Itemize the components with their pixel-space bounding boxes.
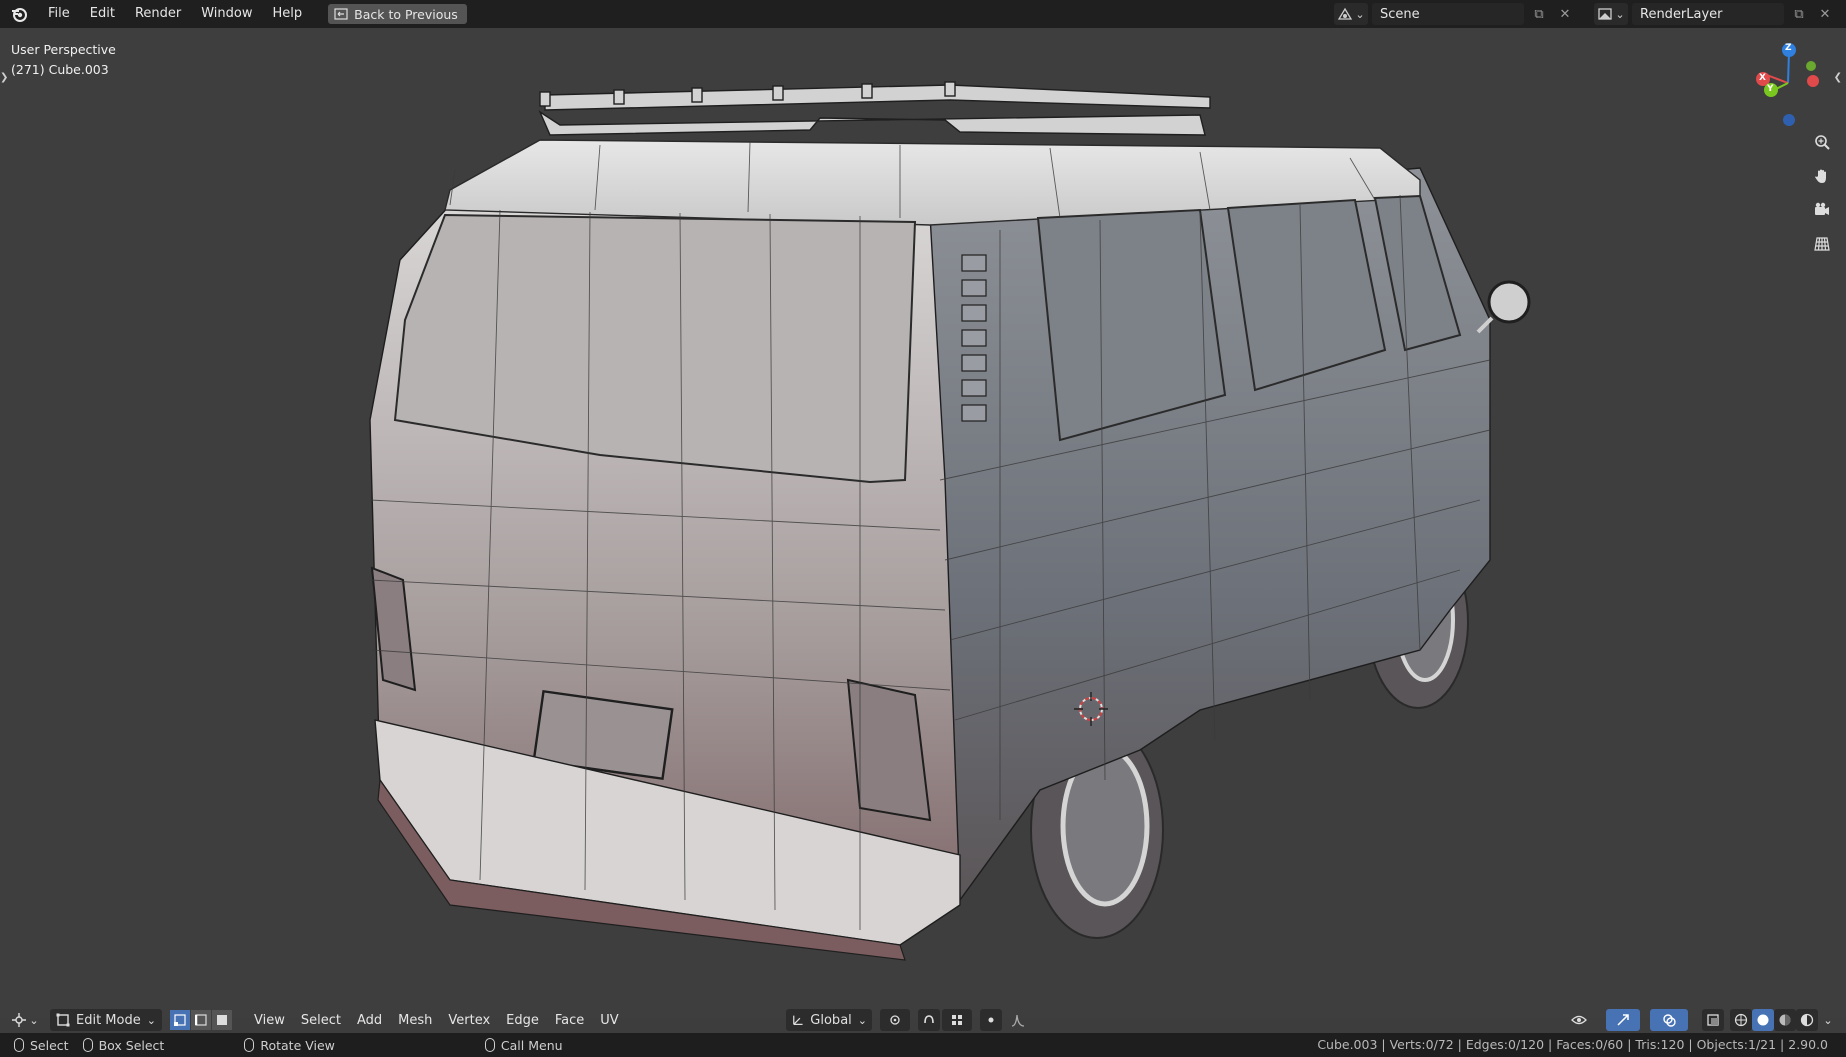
header-menu-vertex[interactable]: Vertex (440, 1013, 498, 1028)
top-menu-bar: File Edit Render Window Help Back to Pre… (0, 0, 1846, 28)
scene-statistics: Cube.003 | Verts:0/72 | Edges:0/120 | Fa… (1317, 1037, 1828, 1052)
viewport-info: User Perspective (271) Cube.003 (11, 40, 116, 80)
pivot-point-button[interactable] (880, 1009, 910, 1031)
mode-dropdown-icon: ⌄ (146, 1013, 156, 1027)
gizmo-toggle-icon[interactable] (1606, 1009, 1640, 1031)
header-menu-mesh[interactable]: Mesh (390, 1013, 440, 1028)
header-menu-view[interactable]: View (246, 1013, 293, 1028)
shading-options-icon[interactable]: ⌄ (1820, 1009, 1836, 1031)
menu-edit[interactable]: Edit (80, 0, 125, 28)
sidebar-expand-icon[interactable]: ❮ (1834, 72, 1842, 83)
scene-browse-button[interactable]: ⌄ (1334, 3, 1368, 25)
mouse-left-icon (14, 1038, 24, 1052)
status-rotate-view-label: Rotate View (260, 1037, 335, 1053)
scene-remove-icon[interactable]: ✕ (1554, 3, 1576, 25)
mouse-right-icon (484, 1038, 495, 1052)
orientation-icon (793, 1015, 803, 1026)
scene-selector: ⌄ Scene ⧉ ✕ (1334, 3, 1576, 25)
snap-toggle-icon[interactable] (918, 1009, 940, 1031)
side-vents (961, 254, 987, 422)
visibility-selector-icon[interactable] (1564, 1009, 1594, 1031)
overlays-toggle-icon[interactable] (1650, 1009, 1688, 1031)
view-layer-browse-button[interactable]: ⌄ (1594, 3, 1628, 25)
mode-label: Edit Mode (76, 1012, 141, 1028)
navigation-gizmo[interactable] (1756, 43, 1819, 126)
mouse-drag-icon (82, 1038, 93, 1052)
status-box-select-label: Box Select (98, 1037, 165, 1053)
toolbar-expand-icon[interactable]: ❯ (0, 72, 8, 83)
shading-material-icon[interactable] (1774, 1009, 1796, 1031)
select-mode-group (170, 1010, 232, 1030)
edge-select-icon[interactable] (191, 1010, 211, 1030)
face-select-icon[interactable] (212, 1010, 232, 1030)
side-mirror (1487, 280, 1531, 324)
editor-type-button[interactable]: ⌄ (8, 1009, 42, 1031)
back-to-previous-button[interactable]: Back to Previous (328, 4, 467, 24)
snap-target-icon[interactable] (942, 1009, 972, 1031)
roof-rack (538, 81, 1211, 136)
zoom-icon[interactable] (1808, 128, 1836, 156)
header-menu-select[interactable]: Select (293, 1013, 349, 1028)
perspective-label: User Perspective (11, 42, 116, 57)
gizmo-z-label: Z (1785, 43, 1792, 53)
status-call-menu: Call Menu (484, 1037, 563, 1053)
3d-viewport[interactable]: Z X Y ❯ ❮ User Perspective (271) Cube.00… (0, 28, 1846, 1018)
xray-toggle-icon[interactable] (1702, 1009, 1724, 1031)
status-select-label: Select (30, 1037, 69, 1053)
header-menu-edge[interactable]: Edge (498, 1013, 547, 1028)
render-layer-icon (1598, 8, 1613, 20)
scene-icon (1338, 7, 1353, 20)
mouse-middle-icon (244, 1038, 255, 1052)
back-button-label: Back to Previous (354, 6, 458, 22)
pan-hand-icon[interactable] (1808, 162, 1836, 190)
shading-solid-icon[interactable] (1752, 1009, 1774, 1031)
orientation-label: Global (810, 1012, 852, 1028)
status-box-select: Box Select (82, 1037, 165, 1053)
back-icon (334, 8, 348, 20)
transform-orientation-selector[interactable]: Global ⌄ (786, 1009, 872, 1031)
header-menu-add[interactable]: Add (349, 1013, 390, 1028)
mode-selector[interactable]: Edit Mode ⌄ (50, 1009, 162, 1031)
falloff-icon[interactable] (1004, 1009, 1034, 1031)
viewport-header: ⌄ Edit Mode ⌄ View Select Add Mesh Verte… (0, 1007, 1846, 1033)
status-call-menu-label: Call Menu (500, 1037, 563, 1053)
status-bar: Select Box Select Rotate View Call Menu … (0, 1033, 1846, 1057)
blender-logo-icon[interactable] (10, 5, 28, 23)
status-rotate-view: Rotate View (244, 1038, 335, 1053)
vertex-select-icon[interactable] (170, 1010, 190, 1030)
view-layer-selector: ⌄ RenderLayer ⧉ ✕ (1594, 3, 1836, 25)
ortho-grid-icon[interactable] (1808, 230, 1836, 258)
header-menu-face[interactable]: Face (547, 1013, 592, 1028)
viewport-navigation (1808, 128, 1836, 258)
shading-wireframe-icon[interactable] (1730, 1009, 1752, 1031)
view-layer-name-field[interactable]: RenderLayer (1632, 3, 1784, 25)
scene-name-field[interactable]: Scene (1372, 3, 1524, 25)
view-layer-remove-icon[interactable]: ✕ (1814, 3, 1836, 25)
menu-render[interactable]: Render (125, 0, 191, 28)
gizmo-y-label: Y (1767, 84, 1774, 94)
menu-window[interactable]: Window (191, 0, 262, 28)
menu-help[interactable]: Help (263, 0, 313, 28)
3d-view-icon (12, 1013, 27, 1027)
view-layer-new-icon[interactable]: ⧉ (1788, 3, 1810, 25)
camera-view-icon[interactable] (1808, 196, 1836, 224)
header-menu-uv[interactable]: UV (592, 1013, 626, 1028)
active-object-label: (271) Cube.003 (11, 62, 109, 77)
van-wireframe-model[interactable] (0, 28, 1846, 1018)
scene-new-icon[interactable]: ⧉ (1528, 3, 1550, 25)
gizmo-x-label: X (1759, 73, 1766, 83)
edit-mode-icon (56, 1013, 70, 1027)
proportional-edit-icon[interactable] (980, 1009, 1002, 1031)
pivot-icon (890, 1015, 900, 1025)
shading-rendered-icon[interactable] (1796, 1009, 1818, 1031)
menu-file[interactable]: File (38, 0, 80, 28)
status-select: Select (14, 1038, 69, 1053)
